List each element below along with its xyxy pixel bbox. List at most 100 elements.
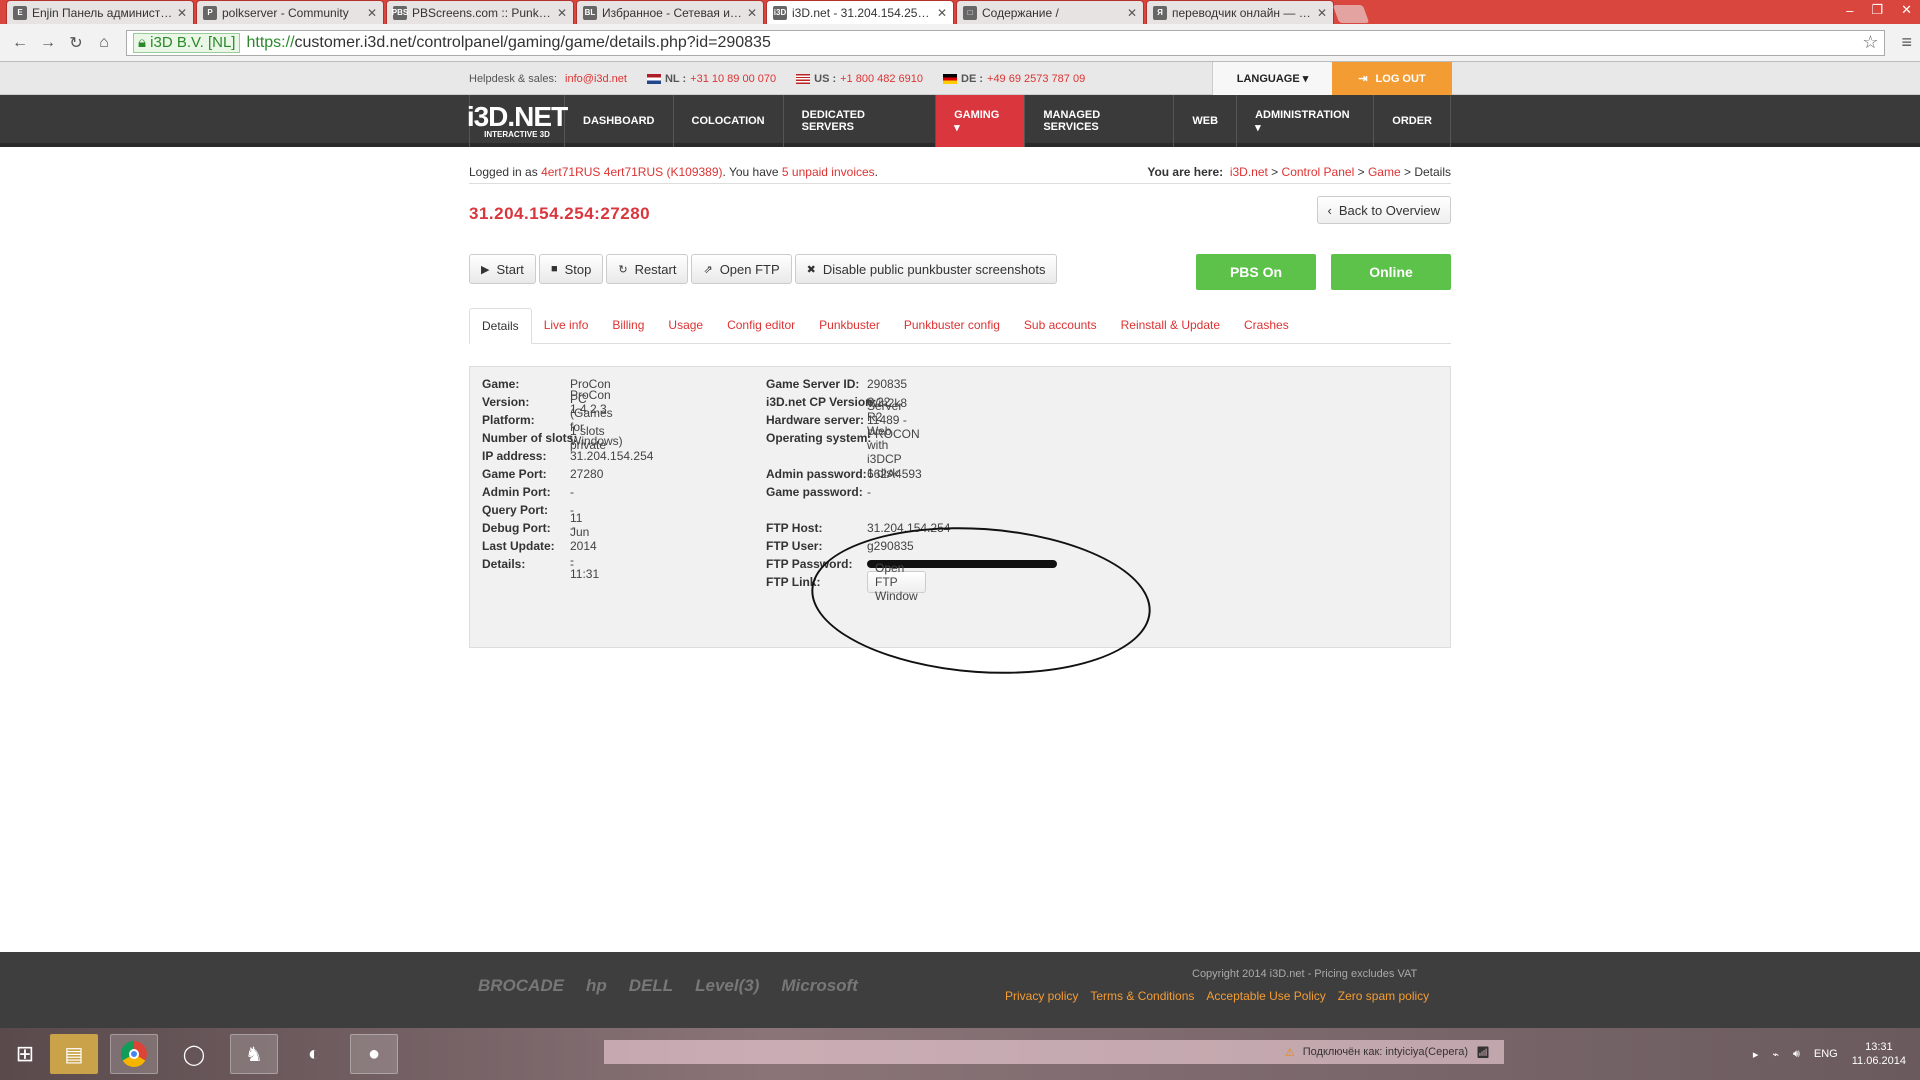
close-icon[interactable]: ✕ — [1901, 2, 1912, 18]
login-mid: . You have — [722, 164, 779, 179]
nav-item-dedicated-servers[interactable]: DEDICATED SERVERS — [784, 95, 937, 147]
unpaid-invoices-link[interactable]: 5 unpaid invoices — [782, 165, 875, 179]
browser-tab[interactable]: Ppolkserver - Community ✕ — [196, 0, 384, 24]
tab-billing[interactable]: Billing — [600, 307, 656, 343]
chrome-icon[interactable] — [110, 1034, 158, 1074]
disable-pb-screenshots-button[interactable]: ✖ Disable public punkbuster screenshots — [794, 254, 1058, 284]
browser-tab[interactable]: i3D i3D.net - 31.204.154.254:… ✕ — [766, 0, 954, 24]
browser-toolbar: ← → ↻ ⌂ 🔒︎ i3D B.V. [NL] https://custome… — [0, 24, 1920, 62]
teamspeak-icon[interactable]: ◐ — [290, 1034, 338, 1074]
volume-icon[interactable]: 🔊︎ — [1793, 1048, 1800, 1061]
tray-app-icon[interactable]: ▸ — [1753, 1048, 1759, 1061]
breadcrumb-home[interactable]: i3D.net — [1230, 165, 1268, 179]
minimize-icon[interactable]: – — [1846, 3, 1853, 18]
detail-value: 11 Jun 2014 - 11:31 — [570, 511, 600, 581]
nav-item-colocation[interactable]: COLOCATION — [674, 95, 784, 147]
tab-usage[interactable]: Usage — [656, 307, 715, 343]
reload-icon[interactable]: ↻ — [64, 33, 88, 53]
file-explorer-icon[interactable]: ▤ — [50, 1034, 98, 1074]
nav-item-managed-services[interactable]: MANAGED SERVICES — [1025, 95, 1175, 147]
tab-close-icon[interactable]: ✕ — [747, 6, 757, 20]
address-bar[interactable]: 🔒︎ i3D B.V. [NL] https://customer.i3d.ne… — [126, 29, 1886, 56]
back-arrow-icon[interactable]: ← — [8, 34, 32, 52]
nav-item-administration[interactable]: ADMINISTRATION ▾ — [1237, 95, 1375, 147]
detail-value: 290835 — [867, 377, 908, 391]
detail-label: Debug Port: — [482, 521, 551, 535]
tab-live-info[interactable]: Live info — [532, 307, 601, 343]
login-status-row: Logged in as 4ert71RUS 4ert71RUS (K10938… — [469, 160, 1451, 184]
login-end: . — [874, 164, 878, 179]
nav-item-web[interactable]: WEB — [1174, 95, 1238, 147]
logout-button[interactable]: ⇥ LOG OUT — [1332, 62, 1452, 95]
restart-button[interactable]: ↻ Restart — [606, 254, 689, 284]
bookmark-star-icon[interactable]: ☆ — [1862, 32, 1878, 53]
pbs-status-button[interactable]: PBS On — [1196, 254, 1316, 290]
breadcrumb-game[interactable]: Game — [1368, 165, 1401, 179]
de-phone: +49 69 2573 787 09 — [987, 72, 1086, 85]
app-ring-icon[interactable]: ◯ — [170, 1034, 218, 1074]
nav-item-dashboard[interactable]: DASHBOARD — [565, 95, 674, 147]
tab-title: Избранное - Сетевая игр… — [602, 5, 743, 20]
detail-value: 27280 — [570, 467, 604, 481]
breadcrumb-label: You are here: — [1147, 164, 1227, 179]
tab-reinstall-update[interactable]: Reinstall & Update — [1109, 307, 1232, 343]
back-to-overview-button[interactable]: ‹ Back to Overview — [1316, 196, 1451, 224]
detail-label: Query Port: — [482, 503, 549, 517]
home-icon[interactable]: ⌂ — [92, 34, 116, 52]
tab-details[interactable]: Details — [469, 308, 532, 344]
tab-config-editor[interactable]: Config editor — [715, 307, 807, 343]
footer-link-privacy-policy[interactable]: Privacy policy — [1005, 989, 1078, 1003]
tab-favicon-icon: Я — [1153, 5, 1167, 20]
footer-link-acceptable-use-policy[interactable]: Acceptable Use Policy — [1206, 989, 1325, 1003]
nl-label: NL : — [664, 72, 687, 85]
nl-phone: +31 10 89 00 070 — [690, 72, 777, 85]
open-ftp-button[interactable]: ⇗ Open FTP — [691, 254, 792, 284]
detail-row: IP address: 31.204.154.254 — [482, 447, 653, 465]
browser-tab[interactable]: E Enjin Панель администра… ✕ — [6, 0, 194, 24]
tab-close-icon[interactable]: ✕ — [177, 6, 187, 20]
language-dropdown[interactable]: LANGUAGE ▾ — [1212, 62, 1332, 95]
server-status-button[interactable]: Online — [1331, 254, 1451, 290]
footer-link-terms-conditions[interactable]: Terms & Conditions — [1090, 989, 1194, 1003]
tab-punkbuster[interactable]: Punkbuster — [807, 307, 892, 343]
clock[interactable]: 13:31 11.06.2014 — [1852, 1040, 1906, 1068]
warning-icon: ⚠ — [1284, 1046, 1295, 1059]
x-icon: ✖ — [806, 263, 816, 276]
ev-certificate-badge[interactable]: 🔒︎ i3D B.V. [NL] — [133, 32, 241, 53]
breadcrumb-control-panel[interactable]: Control Panel — [1282, 165, 1355, 179]
detail-row: Admin Port: - — [482, 483, 574, 501]
nav-item-gaming[interactable]: GAMING ▾ — [936, 95, 1026, 147]
network-icon[interactable]: ⌁ — [1772, 1048, 1779, 1061]
tab-sub-accounts[interactable]: Sub accounts — [1012, 307, 1109, 343]
tab-close-icon[interactable]: ✕ — [937, 6, 947, 20]
tab-punkbuster-config[interactable]: Punkbuster config — [892, 307, 1012, 343]
tab-favicon-icon: E — [13, 5, 27, 20]
tab-close-icon[interactable]: ✕ — [1317, 6, 1327, 20]
forward-arrow-icon[interactable]: → — [36, 34, 60, 52]
account-link[interactable]: 4ert71RUS 4ert71RUS (K109389) — [541, 165, 722, 179]
windows-start-icon[interactable]: ⊞ — [0, 1028, 50, 1080]
nav-item-order[interactable]: ORDER — [1374, 95, 1451, 147]
tab-close-icon[interactable]: ✕ — [557, 6, 567, 20]
tab-close-icon[interactable]: ✕ — [367, 6, 377, 20]
language-indicator[interactable]: ENG — [1814, 1048, 1838, 1060]
new-tab-button[interactable] — [1332, 5, 1370, 23]
browser-tab[interactable]: BL Избранное - Сетевая игр… ✕ — [576, 0, 764, 24]
menu-icon[interactable]: ≡ — [1901, 32, 1912, 53]
i3d-logo[interactable]: i3D.NET INTERACTIVE 3D — [467, 95, 568, 147]
stop-button[interactable]: ■ Stop — [538, 254, 604, 284]
game-app-icon[interactable]: ♞ — [230, 1034, 278, 1074]
browser-tab[interactable]: PBS PBScreens.com :: Punk Bu… ✕ — [386, 0, 574, 24]
partner-logo-dell: DELL — [628, 976, 674, 995]
detail-label: Admin password: — [766, 467, 867, 481]
start-button[interactable]: ▶ Start — [469, 254, 536, 284]
mask-app-icon[interactable]: ● — [350, 1034, 398, 1074]
browser-tab[interactable]: Япереводчик онлайн — Я… ✕ — [1146, 0, 1334, 24]
browser-tab[interactable]: □ Содержание / ✕ — [956, 0, 1144, 24]
footer-link-zero-spam-policy[interactable]: Zero spam policy — [1338, 989, 1429, 1003]
maximize-icon[interactable]: ❐ — [1871, 2, 1883, 18]
tab-close-icon[interactable]: ✕ — [1127, 6, 1137, 20]
helpdesk-email-link[interactable]: info@i3d.net — [565, 73, 627, 85]
tab-crashes[interactable]: Crashes — [1232, 307, 1301, 343]
partner-logo-level3: Level(3) — [695, 976, 760, 995]
